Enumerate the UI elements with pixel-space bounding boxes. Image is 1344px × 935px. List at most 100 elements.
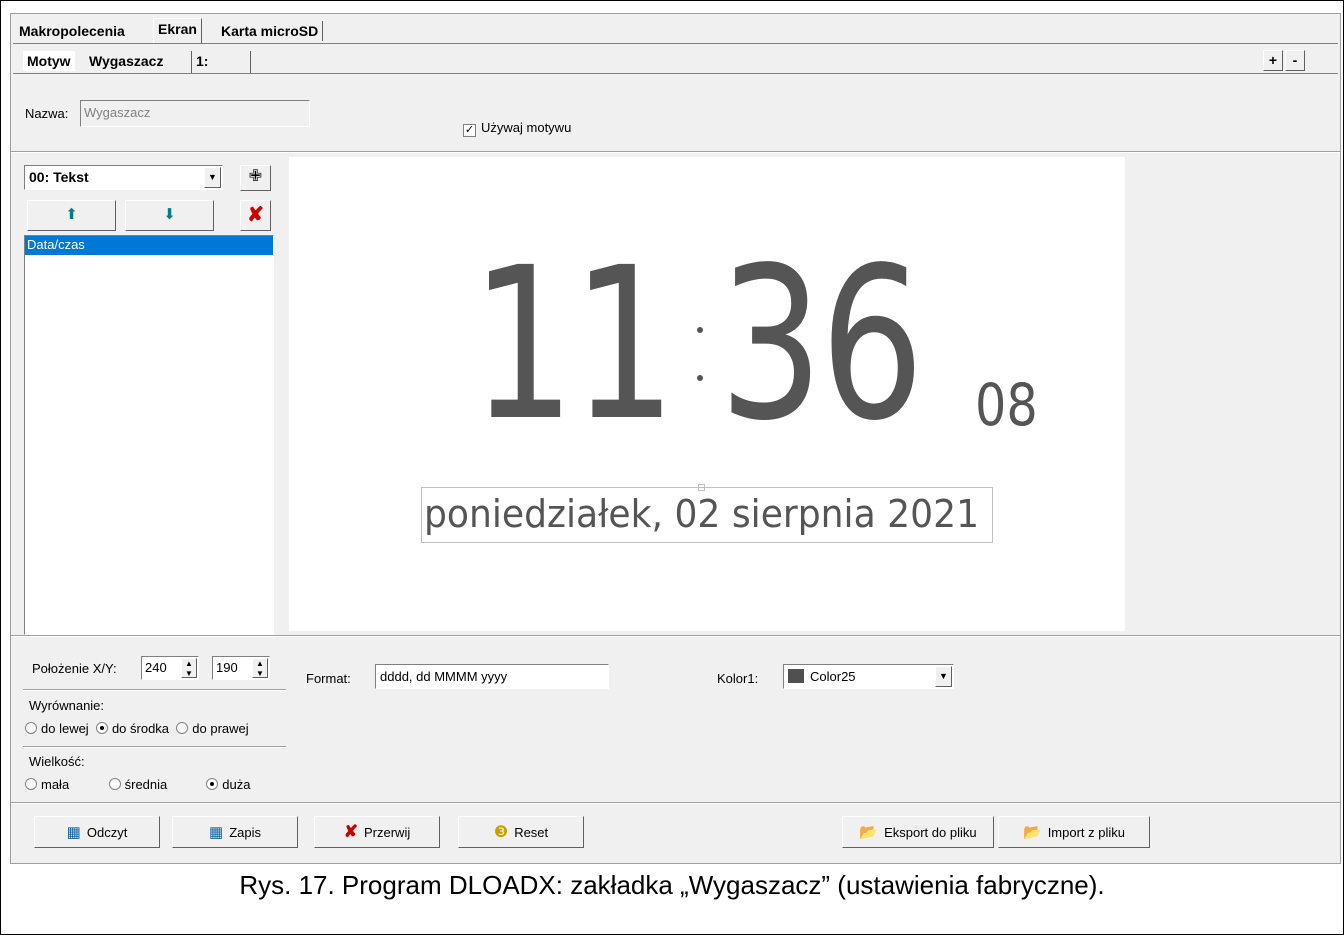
screen-preview: 11 36 08 poniedziałek, 02 sierpnia 2021	[289, 157, 1125, 631]
size-large-radio[interactable]: duża	[206, 777, 250, 792]
tab-makropolecenia[interactable]: Makropolecenia	[15, 21, 129, 41]
calculator-icon: ▦	[209, 824, 224, 841]
preview-hours: 11	[471, 222, 676, 467]
abort-x-icon: ✘	[343, 822, 358, 841]
arrow-down-icon: ⬇	[163, 206, 176, 223]
import-button[interactable]: 📂 Import z pliku	[998, 816, 1150, 848]
reset-icon: ❸	[493, 824, 509, 841]
read-button-label: Odczyt	[86, 824, 128, 840]
divider	[11, 635, 1340, 637]
chevron-down-icon[interactable]: ▼	[935, 666, 952, 687]
position-x-spinner[interactable]: ▲ ▼	[181, 658, 197, 678]
format-label: Format:	[306, 671, 351, 686]
move-up-button[interactable]: ⬆	[27, 200, 116, 231]
color-label: Kolor1:	[717, 671, 759, 686]
radio-icon	[25, 722, 37, 734]
save-button[interactable]: ▦ Zapis	[172, 816, 298, 848]
folder-import-icon: 📂	[1023, 824, 1042, 841]
divider	[23, 746, 286, 748]
position-y-spinner[interactable]: ▲ ▼	[252, 658, 268, 678]
size-radio-group: mała średnia duża	[25, 777, 250, 792]
use-theme-checkbox[interactable]: ✓ Używaj motywu	[463, 120, 571, 137]
align-radio-group: do lewej do środka do prawej	[25, 721, 249, 736]
divider	[23, 689, 286, 691]
tab-karta-microsd[interactable]: Karta microSD	[217, 21, 324, 41]
size-small-radio[interactable]: mała	[25, 777, 105, 792]
size-medium-radio[interactable]: średnia	[108, 777, 203, 792]
align-label: Wyrównanie:	[29, 698, 105, 713]
radio-icon	[108, 778, 121, 790]
chevron-down-icon[interactable]: ▼	[204, 167, 221, 188]
element-type-select[interactable]: 00: Tekst ▼	[24, 165, 223, 190]
spin-up-icon[interactable]: ▲	[253, 659, 267, 669]
delete-element-button[interactable]: ✘	[240, 200, 271, 231]
radio-icon	[176, 722, 189, 734]
plus-icon: ✙	[248, 168, 263, 185]
spin-down-icon[interactable]: ▼	[253, 669, 267, 679]
color-select[interactable]: Color25 ▼	[783, 664, 954, 689]
preview-seconds: 08	[975, 371, 1038, 439]
sub-tabbar: Motyw Wygaszacz 1: + -	[13, 49, 1338, 74]
radio-icon	[206, 778, 219, 790]
folder-export-icon: 📂	[859, 824, 879, 841]
element-type-value: 00: Tekst	[29, 169, 89, 185]
position-x-input[interactable]: 240 ▲ ▼	[141, 656, 199, 680]
arrow-up-icon: ⬆	[65, 206, 78, 223]
color-swatch	[788, 669, 804, 683]
spin-up-icon[interactable]: ▲	[182, 659, 196, 669]
align-right-radio[interactable]: do prawej	[176, 721, 249, 736]
dloadx-window: Makropolecenia Ekran Karta microSD Motyw…	[10, 13, 1341, 864]
align-center-radio[interactable]: do środka	[95, 721, 170, 736]
radio-icon	[25, 778, 37, 790]
preview-colon-top	[697, 327, 703, 333]
reset-button-label: Reset	[514, 824, 549, 840]
abort-button-label: Przerwij	[364, 824, 411, 840]
preview-minutes: 36	[719, 222, 924, 467]
align-left-radio[interactable]: do lewej	[25, 721, 89, 736]
divider	[11, 151, 1340, 153]
divider	[11, 802, 1340, 804]
delete-x-icon: ✘	[247, 204, 264, 226]
align-right-label: do prawej	[192, 721, 249, 736]
add-screen-button[interactable]: +	[1263, 50, 1283, 71]
preview-colon-bottom	[697, 375, 703, 381]
export-button-label: Eksport do pliku	[884, 824, 977, 840]
position-x-value: 240	[145, 660, 167, 675]
list-item[interactable]: Data/czas	[25, 236, 273, 255]
align-center-label: do środka	[111, 721, 170, 736]
checkbox-check-icon: ✓	[463, 124, 476, 137]
import-button-label: Import z pliku	[1047, 824, 1125, 840]
spin-down-icon[interactable]: ▼	[182, 669, 196, 679]
tab-screen-1[interactable]: 1:	[191, 51, 251, 73]
size-medium-label: średnia	[124, 777, 168, 792]
abort-button[interactable]: ✘ Przerwij	[314, 816, 440, 848]
preview-date: poniedziałek, 02 sierpnia 2021	[424, 492, 980, 536]
tab-wygaszacz[interactable]: Wygaszacz	[85, 51, 168, 71]
remove-screen-button[interactable]: -	[1285, 50, 1305, 71]
size-large-label: duża	[222, 777, 251, 792]
element-list[interactable]: Data/czas	[24, 235, 274, 635]
align-left-label: do lewej	[41, 721, 89, 736]
read-button[interactable]: ▦ Odczyt	[34, 816, 160, 848]
color-value: Color25	[810, 669, 856, 684]
name-label: Nazwa:	[25, 106, 69, 121]
figure-caption: Rys. 17. Program DLOADX: zakładka „Wygas…	[239, 870, 1105, 900]
calculator-icon: ▦	[66, 824, 81, 841]
size-label: Wielkość:	[29, 754, 85, 769]
size-small-label: mała	[41, 777, 70, 792]
export-button[interactable]: 📂 Eksport do pliku	[842, 816, 994, 848]
move-down-button[interactable]: ⬇	[125, 200, 214, 231]
format-input[interactable]: dddd, dd MMMM yyyy	[375, 664, 609, 689]
main-tabbar: Makropolecenia Ekran Karta microSD	[13, 18, 1338, 44]
tab-ekran[interactable]: Ekran	[153, 18, 202, 43]
save-button-label: Zapis	[229, 824, 261, 840]
reset-button[interactable]: ❸ Reset	[458, 816, 584, 848]
preview-date-box[interactable]: poniedziałek, 02 sierpnia 2021	[421, 487, 993, 543]
add-element-button[interactable]: ✙	[240, 165, 271, 191]
position-y-input[interactable]: 190 ▲ ▼	[212, 656, 270, 680]
name-field[interactable]: Wygaszacz	[80, 100, 310, 127]
use-theme-label: Używaj motywu	[481, 120, 572, 135]
tab-motyw[interactable]: Motyw	[23, 51, 75, 71]
radio-icon	[95, 722, 108, 734]
position-label: Położenie X/Y:	[32, 661, 117, 676]
